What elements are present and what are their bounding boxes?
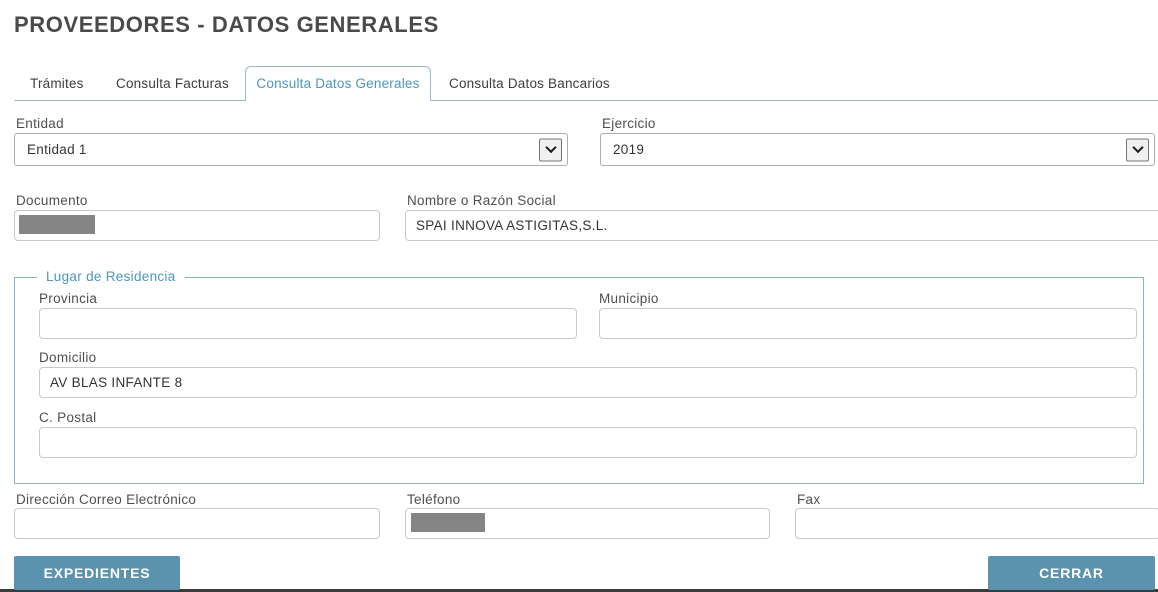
nombre-razon-social-input[interactable] [405, 210, 1158, 241]
codigo-postal-input[interactable] [39, 427, 1137, 458]
correo-electronico-label: Dirección Correo Electrónico [16, 492, 196, 507]
expedientes-button[interactable]: EXPEDIENTES [14, 556, 180, 590]
domicilio-input[interactable] [39, 367, 1137, 398]
fax-label: Fax [797, 492, 820, 507]
ejercicio-select[interactable]: 2019 [600, 133, 1155, 166]
tab-consulta-facturas[interactable]: Consulta Facturas [102, 66, 243, 101]
provincia-label: Provincia [39, 291, 97, 306]
documento-label: Documento [16, 193, 88, 208]
cerrar-button[interactable]: CERRAR [988, 556, 1155, 590]
telefono-redacted-block [411, 513, 485, 532]
lugar-de-residencia-group: Lugar de Residencia Provincia Municipio … [14, 277, 1144, 484]
chevron-down-icon[interactable] [539, 138, 562, 161]
chevron-down-icon[interactable] [1126, 138, 1149, 161]
proveedores-window: PROVEEDORES - DATOS GENERALES Trámites C… [0, 0, 1158, 592]
page-title: PROVEEDORES - DATOS GENERALES [14, 12, 439, 38]
tab-tramites[interactable]: Trámites [16, 66, 98, 101]
entidad-select[interactable]: Entidad 1 [14, 133, 568, 166]
lugar-de-residencia-legend: Lugar de Residencia [37, 269, 185, 284]
ejercicio-select-value: 2019 [601, 142, 644, 157]
municipio-input[interactable] [599, 308, 1137, 339]
provincia-input[interactable] [39, 308, 577, 339]
nombre-razon-social-label: Nombre o Razón Social [407, 193, 556, 208]
codigo-postal-label: C. Postal [39, 410, 96, 425]
chevron-glyph [1132, 142, 1143, 153]
entidad-select-value: Entidad 1 [15, 142, 87, 157]
documento-redacted-block [19, 215, 95, 234]
telefono-label: Teléfono [407, 492, 460, 507]
correo-electronico-input[interactable] [14, 508, 380, 539]
ejercicio-label: Ejercicio [602, 116, 656, 131]
tab-consulta-datos-generales[interactable]: Consulta Datos Generales [245, 66, 431, 101]
domicilio-label: Domicilio [39, 350, 96, 365]
municipio-label: Municipio [599, 291, 659, 306]
fax-input[interactable] [795, 508, 1158, 539]
tab-consulta-datos-bancarios[interactable]: Consulta Datos Bancarios [435, 66, 624, 101]
entidad-label: Entidad [16, 116, 64, 131]
chevron-glyph [545, 142, 556, 153]
